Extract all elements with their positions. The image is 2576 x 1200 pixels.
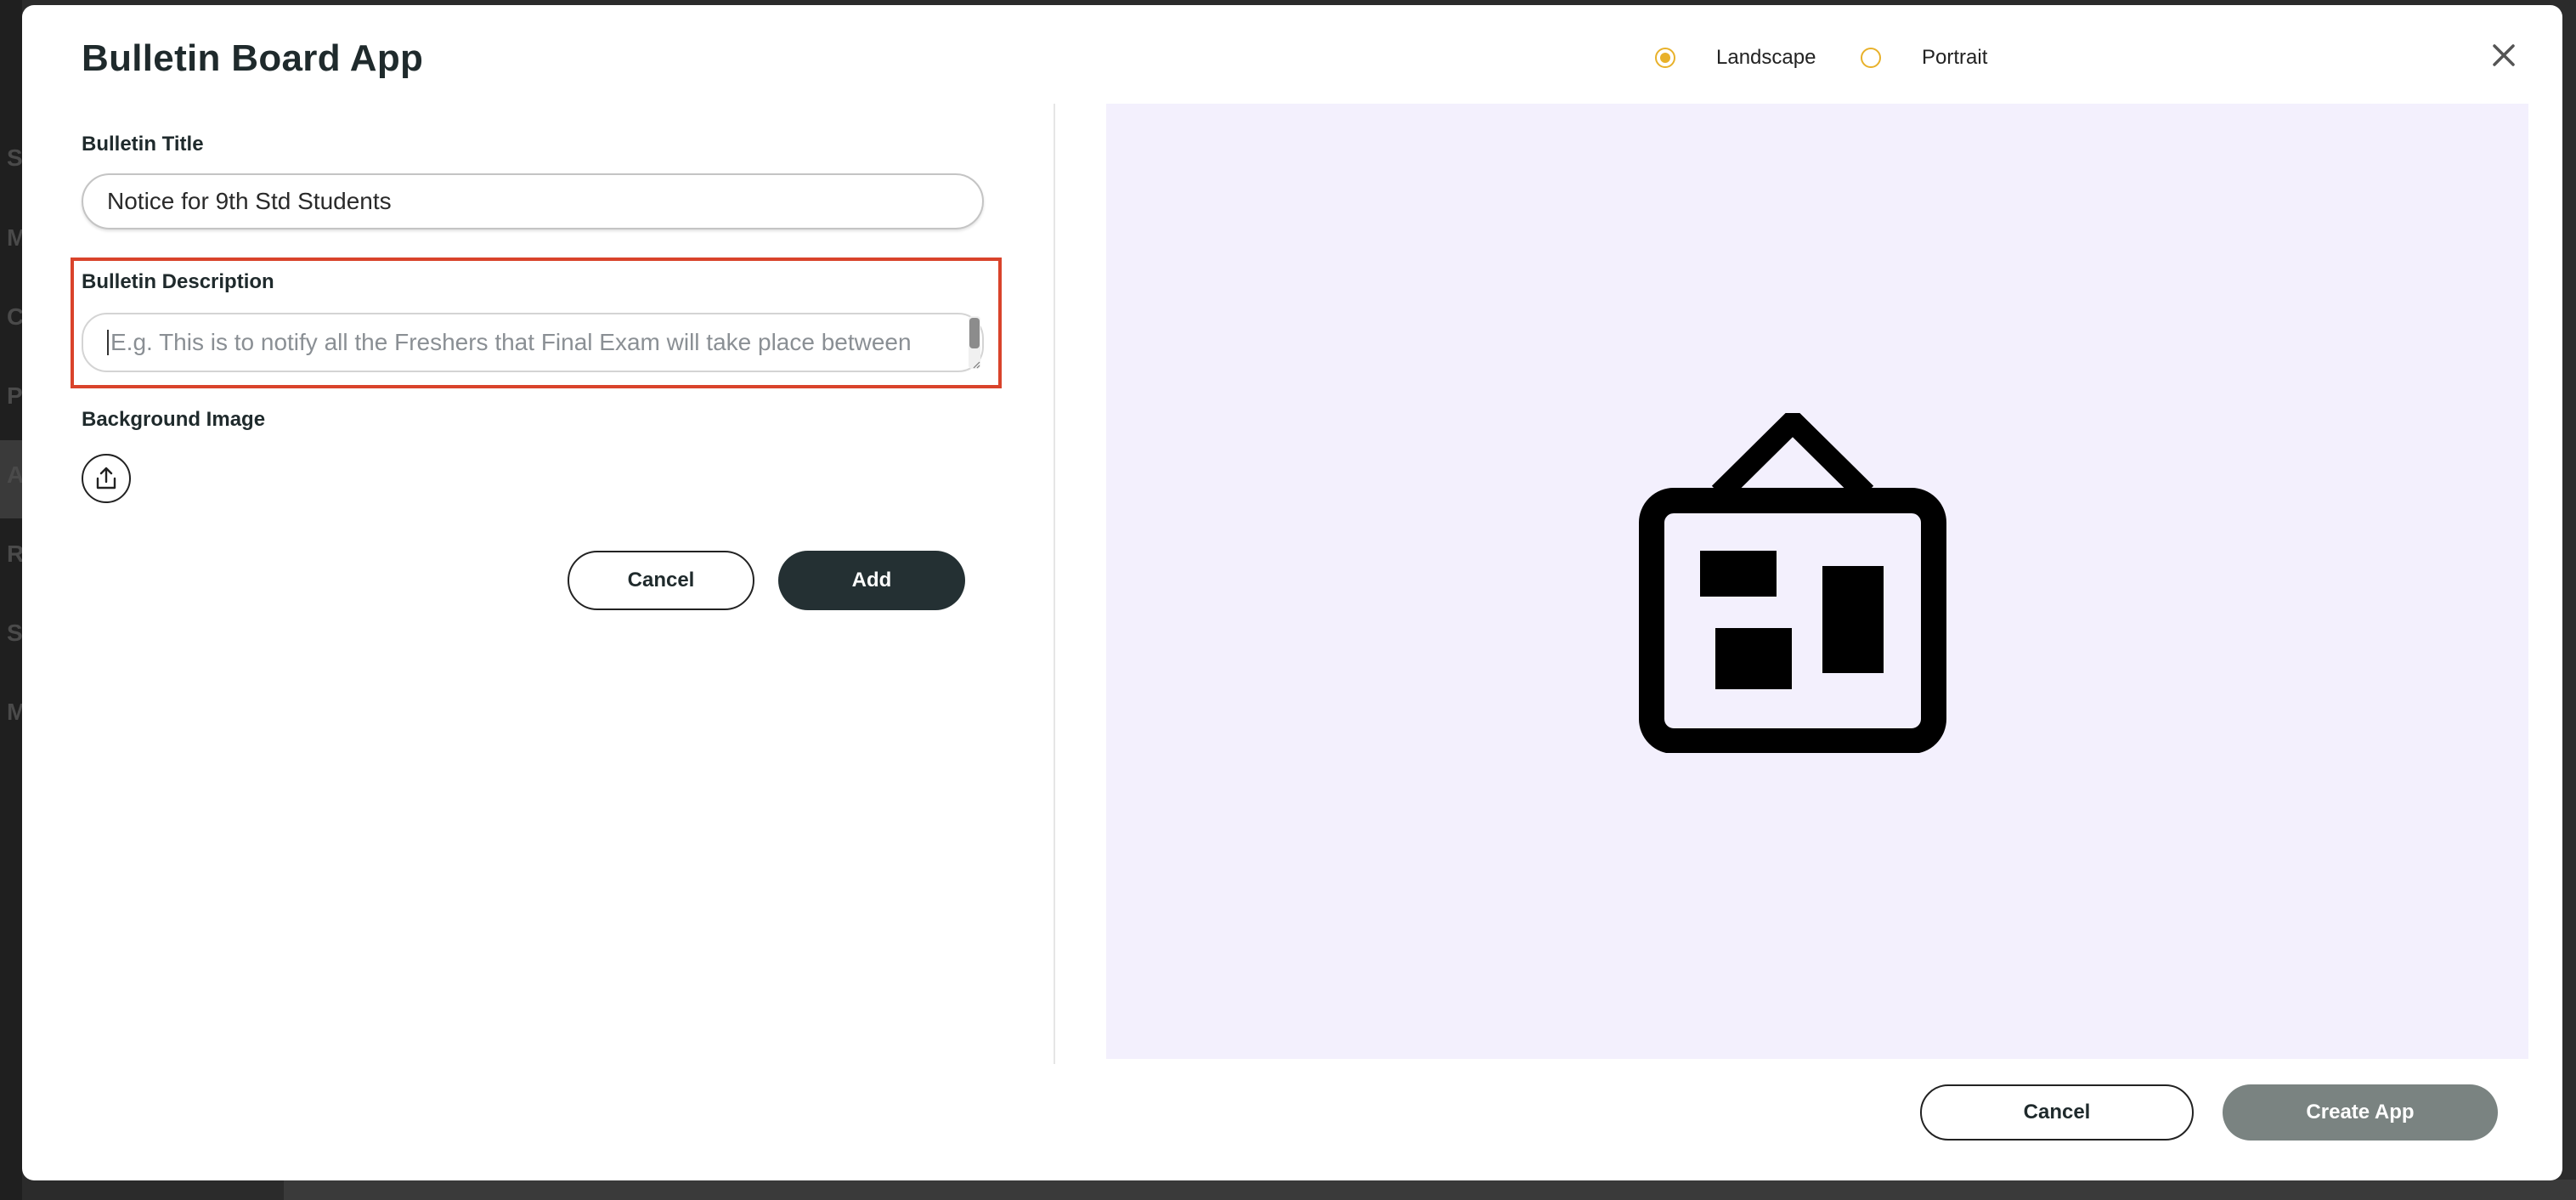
orientation-landscape-label: Landscape <box>1716 46 1816 69</box>
upload-icon <box>96 467 116 490</box>
cancel-button[interactable]: Cancel <box>1920 1084 2194 1141</box>
background-sidebar: S M C P A R S M <box>0 0 26 1200</box>
form-cancel-button[interactable]: Cancel <box>568 551 754 610</box>
column-divider <box>1054 104 1055 1064</box>
background-nav-letter: S <box>7 620 23 646</box>
radio-unselected-icon[interactable] <box>1861 48 1881 68</box>
bulletin-board-dialog: Bulletin Board App Landscape Portrait Bu… <box>22 5 2562 1180</box>
preview-pane <box>1106 104 2528 1059</box>
background-nav-letter: P <box>7 382 23 409</box>
orientation-portrait-option[interactable]: Portrait <box>1861 41 1987 75</box>
resize-grip-icon[interactable] <box>972 360 980 369</box>
dialog-title: Bulletin Board App <box>82 37 424 79</box>
orientation-portrait-label: Portrait <box>1922 46 1988 69</box>
description-scrollbar-thumb[interactable] <box>969 318 980 348</box>
upload-background-button[interactable] <box>82 454 131 503</box>
bulletin-description-label: Bulletin Description <box>82 270 274 293</box>
create-app-button[interactable]: Create App <box>2223 1084 2498 1141</box>
background-image-label: Background Image <box>82 408 266 431</box>
bulletin-title-input[interactable]: Notice for 9th Std Students <box>82 173 984 229</box>
add-button[interactable]: Add <box>778 551 965 610</box>
orientation-landscape-option[interactable]: Landscape <box>1655 41 1816 75</box>
radio-selected-icon[interactable] <box>1655 48 1675 68</box>
close-button[interactable] <box>2484 36 2523 75</box>
bulletin-description-textarea[interactable]: E.g. This is to notify all the Freshers … <box>82 313 984 372</box>
background-content-strip <box>284 1180 2576 1200</box>
background-nav-letter: S <box>7 144 23 171</box>
bulletin-board-icon <box>1639 413 1946 753</box>
bulletin-description-placeholder: E.g. This is to notify all the Freshers … <box>110 329 912 355</box>
close-icon <box>2493 44 2515 66</box>
bulletin-title-label: Bulletin Title <box>82 133 204 156</box>
text-cursor <box>107 330 109 355</box>
